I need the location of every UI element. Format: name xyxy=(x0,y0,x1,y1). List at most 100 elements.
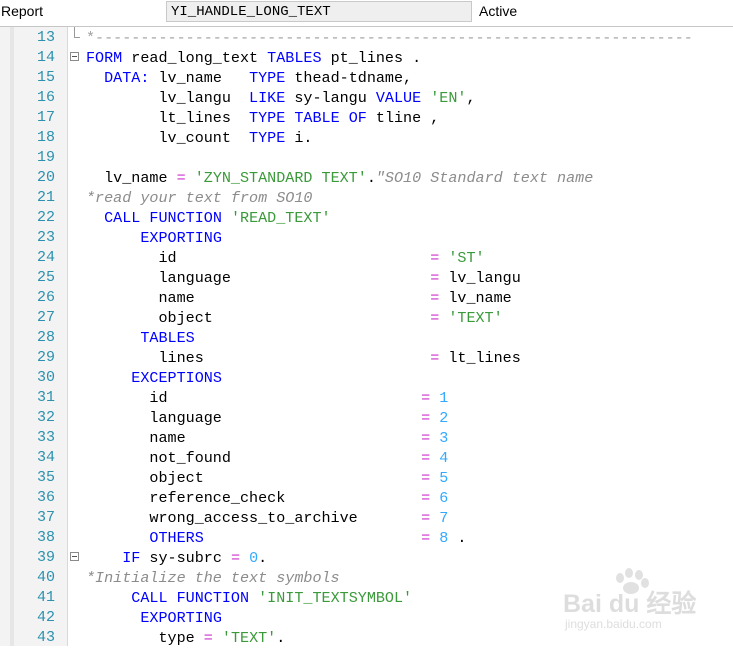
code-line[interactable]: 17 lt_lines TYPE TABLE OF tline , xyxy=(0,107,733,127)
code-line[interactable]: 15 DATA: lv_name TYPE thead-tdname, xyxy=(0,67,733,87)
code-text: TABLES xyxy=(140,329,195,347)
code-text: *Initialize the text symbols xyxy=(86,569,340,587)
code-text: FORM read_long_text TABLES pt_lines . xyxy=(86,49,422,67)
code-line[interactable]: 41 CALL FUNCTION 'INIT_TEXTSYMBOL' xyxy=(0,587,733,607)
code-line[interactable]: 26 name = lv_name xyxy=(0,287,733,307)
code-text: id = 'ST' xyxy=(86,249,485,267)
code-text: *---------------------------------------… xyxy=(86,29,693,47)
line-number: 42 xyxy=(36,609,55,626)
line-number: 17 xyxy=(36,109,55,126)
code-text: language = 2 xyxy=(86,409,449,427)
line-number: 18 xyxy=(36,129,55,146)
line-number: 36 xyxy=(36,489,55,506)
code-text: type = 'TEXT'. xyxy=(86,629,286,647)
code-line[interactable]: 14 FORM read_long_text TABLES pt_lines . xyxy=(0,47,733,67)
line-number: 15 xyxy=(36,69,55,86)
line-number: 25 xyxy=(36,269,55,286)
code-text: name = lv_name xyxy=(86,289,512,307)
fold-toggle-icon[interactable] xyxy=(70,552,79,561)
line-number: 23 xyxy=(36,229,55,246)
code-line[interactable]: 30 EXCEPTIONS xyxy=(0,367,733,387)
code-line[interactable]: 31 id = 1 xyxy=(0,387,733,407)
code-line[interactable]: 18 lv_count TYPE i. xyxy=(0,127,733,147)
code-line[interactable]: 28 TABLES xyxy=(0,327,733,347)
code-editor[interactable]: 13 *-------------------------------------… xyxy=(0,27,733,647)
code-text: lt_lines TYPE TABLE OF tline , xyxy=(86,109,440,127)
code-line[interactable]: 23 EXPORTING xyxy=(0,227,733,247)
code-line[interactable]: 29 lines = lt_lines xyxy=(0,347,733,367)
line-number: 19 xyxy=(36,149,55,166)
code-text: CALL FUNCTION 'READ_TEXT' xyxy=(104,209,331,227)
line-number: 30 xyxy=(36,369,55,386)
line-number: 33 xyxy=(36,429,55,446)
object-header-bar: Report YI_HANDLE_LONG_TEXT Active xyxy=(0,0,733,27)
line-number: 34 xyxy=(36,449,55,466)
code-text: object = 5 xyxy=(86,469,449,487)
code-line[interactable]: 33 name = 3 xyxy=(0,427,733,447)
line-number: 21 xyxy=(36,189,55,206)
code-text: language = lv_langu xyxy=(86,269,521,287)
code-text: lv_name = 'ZYN_STANDARD TEXT'."SO10 Stan… xyxy=(86,169,594,187)
line-number: 41 xyxy=(36,589,55,606)
code-line[interactable]: 13 *-------------------------------------… xyxy=(0,27,733,47)
line-number: 14 xyxy=(36,49,55,66)
code-line[interactable]: 38 OTHERS = 8 . xyxy=(0,527,733,547)
code-text: EXPORTING xyxy=(140,609,222,627)
line-number: 29 xyxy=(36,349,55,366)
code-text: DATA: lv_name TYPE thead-tdname, xyxy=(104,69,413,87)
line-number: 32 xyxy=(36,409,55,426)
code-line[interactable]: 32 language = 2 xyxy=(0,407,733,427)
line-number: 37 xyxy=(36,509,55,526)
code-line[interactable]: 22 CALL FUNCTION 'READ_TEXT' xyxy=(0,207,733,227)
line-number: 26 xyxy=(36,289,55,306)
fold-toggle-icon[interactable] xyxy=(70,52,79,61)
code-text: EXCEPTIONS xyxy=(131,369,222,387)
code-text: lv_count TYPE i. xyxy=(86,129,313,147)
code-line[interactable]: 39 IF sy-subrc = 0. xyxy=(0,547,733,567)
code-line[interactable]: 24 id = 'ST' xyxy=(0,247,733,267)
code-text: id = 1 xyxy=(86,389,449,407)
code-text: lines = lt_lines xyxy=(86,349,521,367)
line-number: 28 xyxy=(36,329,55,346)
code-text: *read your text from SO10 xyxy=(86,189,313,207)
object-status-label: Active xyxy=(479,3,518,19)
code-line[interactable]: 20 lv_name = 'ZYN_STANDARD TEXT'."SO10 S… xyxy=(0,167,733,187)
object-name-field[interactable]: YI_HANDLE_LONG_TEXT xyxy=(166,1,472,22)
line-number: 35 xyxy=(36,469,55,486)
line-number: 40 xyxy=(36,569,55,586)
code-text: reference_check = 6 xyxy=(86,489,449,507)
code-text: lv_langu LIKE sy-langu VALUE 'EN', xyxy=(86,89,476,107)
code-text: OTHERS = 8 . xyxy=(149,529,467,547)
code-line[interactable]: 16 lv_langu LIKE sy-langu VALUE 'EN', xyxy=(0,87,733,107)
line-number: 16 xyxy=(36,89,55,106)
code-text: object = 'TEXT' xyxy=(86,309,503,327)
object-name-value: YI_HANDLE_LONG_TEXT xyxy=(171,4,331,20)
code-line[interactable]: 37 wrong_access_to_archive = 7 xyxy=(0,507,733,527)
line-number: 22 xyxy=(36,209,55,226)
line-number: 31 xyxy=(36,389,55,406)
code-text: wrong_access_to_archive = 7 xyxy=(86,509,449,527)
code-text: name = 3 xyxy=(86,429,449,447)
code-text: IF sy-subrc = 0. xyxy=(122,549,268,567)
object-type-label: Report xyxy=(1,3,44,19)
fold-end-marker-icon xyxy=(74,27,80,38)
code-text: not_found = 4 xyxy=(86,449,449,467)
line-number: 39 xyxy=(36,549,55,566)
code-line[interactable]: 36 reference_check = 6 xyxy=(0,487,733,507)
code-text: EXPORTING xyxy=(140,229,222,247)
line-number: 43 xyxy=(36,629,55,646)
code-line[interactable]: 42 EXPORTING xyxy=(0,607,733,627)
code-line[interactable]: 19 xyxy=(0,147,733,167)
code-line[interactable]: 34 not_found = 4 xyxy=(0,447,733,467)
line-number: 13 xyxy=(36,29,55,46)
line-number: 27 xyxy=(36,309,55,326)
code-line[interactable]: 40 *Initialize the text symbols xyxy=(0,567,733,587)
code-line[interactable]: 25 language = lv_langu xyxy=(0,267,733,287)
code-text: CALL FUNCTION 'INIT_TEXTSYMBOL' xyxy=(131,589,413,607)
code-line[interactable]: 43 type = 'TEXT'. xyxy=(0,627,733,647)
line-number: 24 xyxy=(36,249,55,266)
code-line[interactable]: 21 *read your text from SO10 xyxy=(0,187,733,207)
code-line[interactable]: 27 object = 'TEXT' xyxy=(0,307,733,327)
code-line[interactable]: 35 object = 5 xyxy=(0,467,733,487)
line-number: 20 xyxy=(36,169,55,186)
